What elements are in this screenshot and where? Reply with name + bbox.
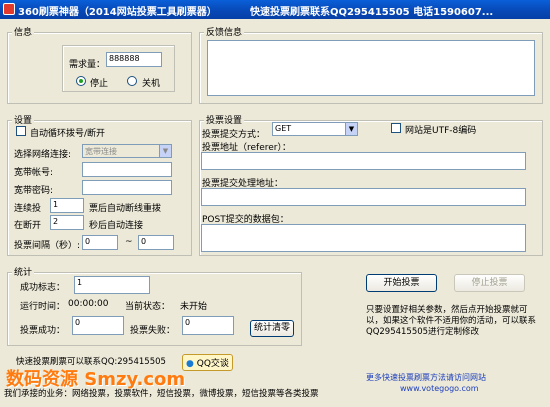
status-label: 当前状态： xyxy=(125,302,171,312)
info-legend: 信息 xyxy=(12,25,35,38)
method-select[interactable]: GET ▼ xyxy=(272,122,358,136)
continuous-suffix: 票后自动断线重拨 xyxy=(89,204,162,214)
auto-redial-label: 自动循环拨号/断开 xyxy=(30,129,106,139)
post-textarea[interactable] xyxy=(201,224,526,252)
chevron-down-icon: ▼ xyxy=(345,123,357,135)
stop-label: 停止 xyxy=(90,79,109,89)
method-label: 投票提交方式： xyxy=(202,130,266,140)
stop-vote-button[interactable]: 停止投票 xyxy=(454,274,525,292)
broadband-password-label: 宽带密码: xyxy=(14,186,54,196)
continuous-input[interactable]: 1 xyxy=(50,198,84,213)
vote-legend: 投票设置 xyxy=(204,113,245,126)
interval-from-input[interactable]: 0 xyxy=(82,235,118,250)
demand-input[interactable]: 888888 xyxy=(106,52,162,67)
shutdown-radio[interactable] xyxy=(127,76,137,86)
network-label: 选择网络连接: xyxy=(14,150,72,160)
success-flag-input[interactable]: 1 xyxy=(74,276,150,294)
fail-count-label: 投票失败： xyxy=(130,326,176,336)
votegogo-link[interactable]: www.votegogo.com xyxy=(400,384,479,393)
runtime-value: 00:00:00 xyxy=(68,299,109,309)
interval-sep: ~ xyxy=(125,237,133,247)
qq-chat-button[interactable]: ● QQ交谈 xyxy=(182,354,233,371)
broadband-account-label: 宽带帐号: xyxy=(14,168,54,178)
url-input[interactable] xyxy=(201,152,526,170)
demand-label: 需求量： xyxy=(69,60,106,70)
qq-penguin-icon: ● xyxy=(186,359,194,369)
status-value: 未开始 xyxy=(180,302,208,312)
services-text: 我们承接的业务：网络投票，投票软件，短信投票，微博投票，短信投票等各类投票 xyxy=(4,389,319,399)
auto-redial-checkbox[interactable] xyxy=(16,126,26,136)
reconnect-input[interactable]: 2 xyxy=(50,215,84,230)
reconnect-label: 在断开 xyxy=(14,221,42,231)
title-bar: 360刷票神器（2014网站投票工具刷票器） 快速投票刷票联系QQ2954155… xyxy=(0,0,550,19)
success-flag-label: 成功标志： xyxy=(20,283,66,293)
utf8-label: 网站是UTF-8编码 xyxy=(405,126,477,136)
network-select[interactable]: 宽带连接 ▼ xyxy=(82,144,172,158)
runtime-label: 运行时间： xyxy=(20,302,66,312)
chevron-down-icon: ▼ xyxy=(159,145,171,157)
interval-to-input[interactable]: 0 xyxy=(138,235,174,250)
method-value: GET xyxy=(275,124,292,133)
shutdown-label: 关机 xyxy=(142,79,161,89)
stop-radio[interactable] xyxy=(76,76,86,86)
settings-legend: 设置 xyxy=(12,113,35,126)
app-icon xyxy=(3,3,15,15)
start-vote-button[interactable]: 开始投票 xyxy=(366,274,437,292)
stats-legend: 统计 xyxy=(12,265,35,278)
title-contact: 快速投票刷票联系QQ295415505 电话1590607... xyxy=(250,7,494,18)
reconnect-suffix: 秒后自动连接 xyxy=(89,221,144,231)
hint-text: 只要设置好相关参数，然后点开始投票就可以，如果这个软件不适用你的活动，可以联系Q… xyxy=(366,305,537,337)
feedback-legend: 反馈信息 xyxy=(204,25,245,38)
handler-input[interactable] xyxy=(201,188,526,206)
broadband-account-input[interactable] xyxy=(82,162,172,177)
feedback-textarea[interactable] xyxy=(207,40,535,96)
qq-chat-label: QQ交谈 xyxy=(196,359,229,369)
utf8-checkbox[interactable] xyxy=(391,123,401,133)
window-title: 360刷票神器（2014网站投票工具刷票器） xyxy=(18,7,217,18)
fail-count-box: 0 xyxy=(182,316,234,335)
broadband-password-input[interactable] xyxy=(82,180,172,195)
continuous-label: 连续投 xyxy=(14,204,42,214)
interval-label: 投票间隔（秒）: xyxy=(14,241,81,251)
success-count-label: 投票成功： xyxy=(20,326,66,336)
clear-stats-button[interactable]: 统计清零 xyxy=(250,320,294,337)
network-value: 宽带连接 xyxy=(85,147,117,156)
success-count-box: 0 xyxy=(72,316,124,335)
more-methods-link[interactable]: 更多快速投票刷票方法请访问网站 xyxy=(366,372,486,383)
